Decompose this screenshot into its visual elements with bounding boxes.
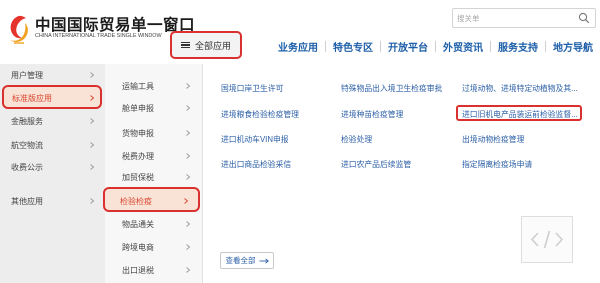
menu-l1-air-logistics[interactable]: 航空物流: [0, 135, 105, 155]
menu-l2-inspection-quarantine[interactable]: 检验检疫: [103, 187, 200, 212]
nav-local-navigation[interactable]: 地方导航: [553, 39, 593, 54]
menu-l3-link[interactable]: 进出口商品检验采信: [221, 159, 291, 170]
code-icon: [521, 216, 573, 263]
chevron-right-icon: [90, 198, 95, 204]
menu-item-label: 航空物流: [11, 141, 43, 150]
menu-item-label: 用户管理: [11, 71, 43, 80]
menu-item-label: 其他应用: [11, 197, 43, 206]
nav-business-apps[interactable]: 业务应用: [278, 39, 318, 54]
menu-item-label: 舱单申报: [122, 104, 154, 113]
all-apps-dropdown: 用户管理 标准版应用 金融服务 航空物流 收费公示 其他应用 运输工具 舱单申报…: [0, 64, 600, 283]
nav-divider: [490, 40, 491, 52]
chevron-right-icon: [186, 244, 191, 250]
menu-l2-cross-border-ecommerce[interactable]: 跨境电商: [105, 237, 202, 257]
menu-item-label: 运输工具: [122, 82, 154, 91]
menu-l2-bonded-processing[interactable]: 加贸保税: [105, 167, 202, 187]
chevron-right-icon: [186, 83, 191, 89]
nav-divider: [380, 40, 381, 52]
menu-l3-link[interactable]: 进口机动车VIN申报: [221, 134, 289, 145]
chevron-right-icon: [184, 198, 189, 204]
menu-l3-link[interactable]: 进境粮食检验检疫管理: [221, 109, 299, 120]
menu-l1-user-management[interactable]: 用户管理: [0, 65, 105, 85]
menu-l2-export-tax-refund[interactable]: 出口退税: [105, 260, 202, 280]
menu-item-label: 加贸保税: [122, 173, 154, 182]
menu-l2-article-clearance[interactable]: 物品通关: [105, 214, 202, 234]
menu-l2-transport[interactable]: 运输工具: [105, 76, 202, 96]
menu-l3-link[interactable]: 进境种苗检疫管理: [341, 109, 403, 120]
site-header: 中国国际贸易单一窗口 CHINA INTERNATIONAL TRADE SIN…: [0, 0, 600, 64]
view-all-label: 查看全部: [225, 256, 256, 265]
menu-l3-link[interactable]: 进口农产品后续监管: [341, 159, 411, 170]
nav-support[interactable]: 服务支持: [498, 39, 538, 54]
menu-l3-link[interactable]: 出境动物检疫管理: [462, 134, 524, 145]
search-icon[interactable]: [578, 12, 590, 24]
chevron-right-icon: [186, 174, 191, 180]
menu-l2-goods-declaration[interactable]: 货物申报: [105, 123, 202, 143]
menu-item-label: 税费办理: [122, 152, 154, 161]
chevron-right-icon: [186, 105, 191, 111]
menu-item-label: 标准版应用: [12, 94, 52, 103]
menu-item-label: 出口退税: [122, 266, 154, 275]
all-apps-label: 全部应用: [194, 40, 231, 51]
chevron-right-icon: [90, 118, 95, 124]
menu-item-label: 金融服务: [11, 117, 43, 126]
chevron-right-icon: [90, 95, 95, 101]
menu-l3-link[interactable]: 国境口岸卫生许可: [221, 83, 283, 94]
chevron-right-icon: [90, 72, 95, 78]
menu-l2-manifest[interactable]: 舱单申报: [105, 98, 202, 118]
chevron-right-icon: [186, 221, 191, 227]
menu-l1-other-apps[interactable]: 其他应用: [0, 191, 105, 211]
nav-divider: [435, 40, 436, 52]
menu-item-label: 收费公示: [11, 163, 43, 172]
top-nav: 业务应用 特色专区 开放平台 外贸资讯 服务支持 地方导航: [278, 39, 593, 54]
menu-l2-tax-payment[interactable]: 税费办理: [105, 146, 202, 166]
menu-item-label: 货物申报: [122, 129, 154, 138]
menu-item-label: 检验检疫: [120, 197, 152, 206]
nav-featured-zone[interactable]: 特色专区: [333, 39, 373, 54]
search-box: [452, 8, 596, 28]
nav-divider: [545, 40, 546, 52]
menu-l3-link[interactable]: 特殊物品出入境卫生检疫审批: [341, 83, 442, 94]
view-all-button[interactable]: 查看全部: [220, 252, 274, 269]
search-input[interactable]: [454, 10, 572, 26]
menu-l3-link[interactable]: 检验处理: [341, 134, 372, 145]
menu-l1-standard-apps[interactable]: 标准版应用: [2, 85, 102, 109]
nav-trade-news[interactable]: 外贸资讯: [443, 39, 483, 54]
chevron-right-icon: [186, 267, 191, 273]
arrow-right-icon: [259, 257, 269, 264]
menu-item-label: 跨境电商: [122, 243, 154, 252]
menu-item-label: 物品通关: [122, 220, 154, 229]
chevron-right-icon: [186, 130, 191, 136]
menu-l1-fee-disclosure[interactable]: 收费公示: [0, 157, 105, 177]
menu-l3-highlight: 进口旧机电产品装运前检验监督...: [456, 105, 582, 121]
menu-l3-link-used-electromechanical[interactable]: 进口旧机电产品装运前检验监督...: [462, 109, 578, 119]
chevron-right-icon: [90, 164, 95, 170]
logo-subtitle: CHINA INTERNATIONAL TRADE SINGLE WINDOW: [35, 33, 162, 39]
menu-l1-financial-services[interactable]: 金融服务: [0, 111, 105, 131]
nav-open-platform[interactable]: 开放平台: [388, 39, 428, 54]
logo-icon: [10, 15, 28, 44]
chevron-right-icon: [90, 142, 95, 148]
menu-icon: [180, 41, 190, 49]
menu-l3-link[interactable]: 指定隔离检疫场申请: [462, 159, 532, 170]
menu-l3-link[interactable]: 过境动物、进境特定动植物及其...: [462, 83, 578, 94]
chevron-right-icon: [186, 153, 191, 159]
nav-divider: [325, 40, 326, 52]
all-apps-button[interactable]: 全部应用: [170, 31, 242, 59]
